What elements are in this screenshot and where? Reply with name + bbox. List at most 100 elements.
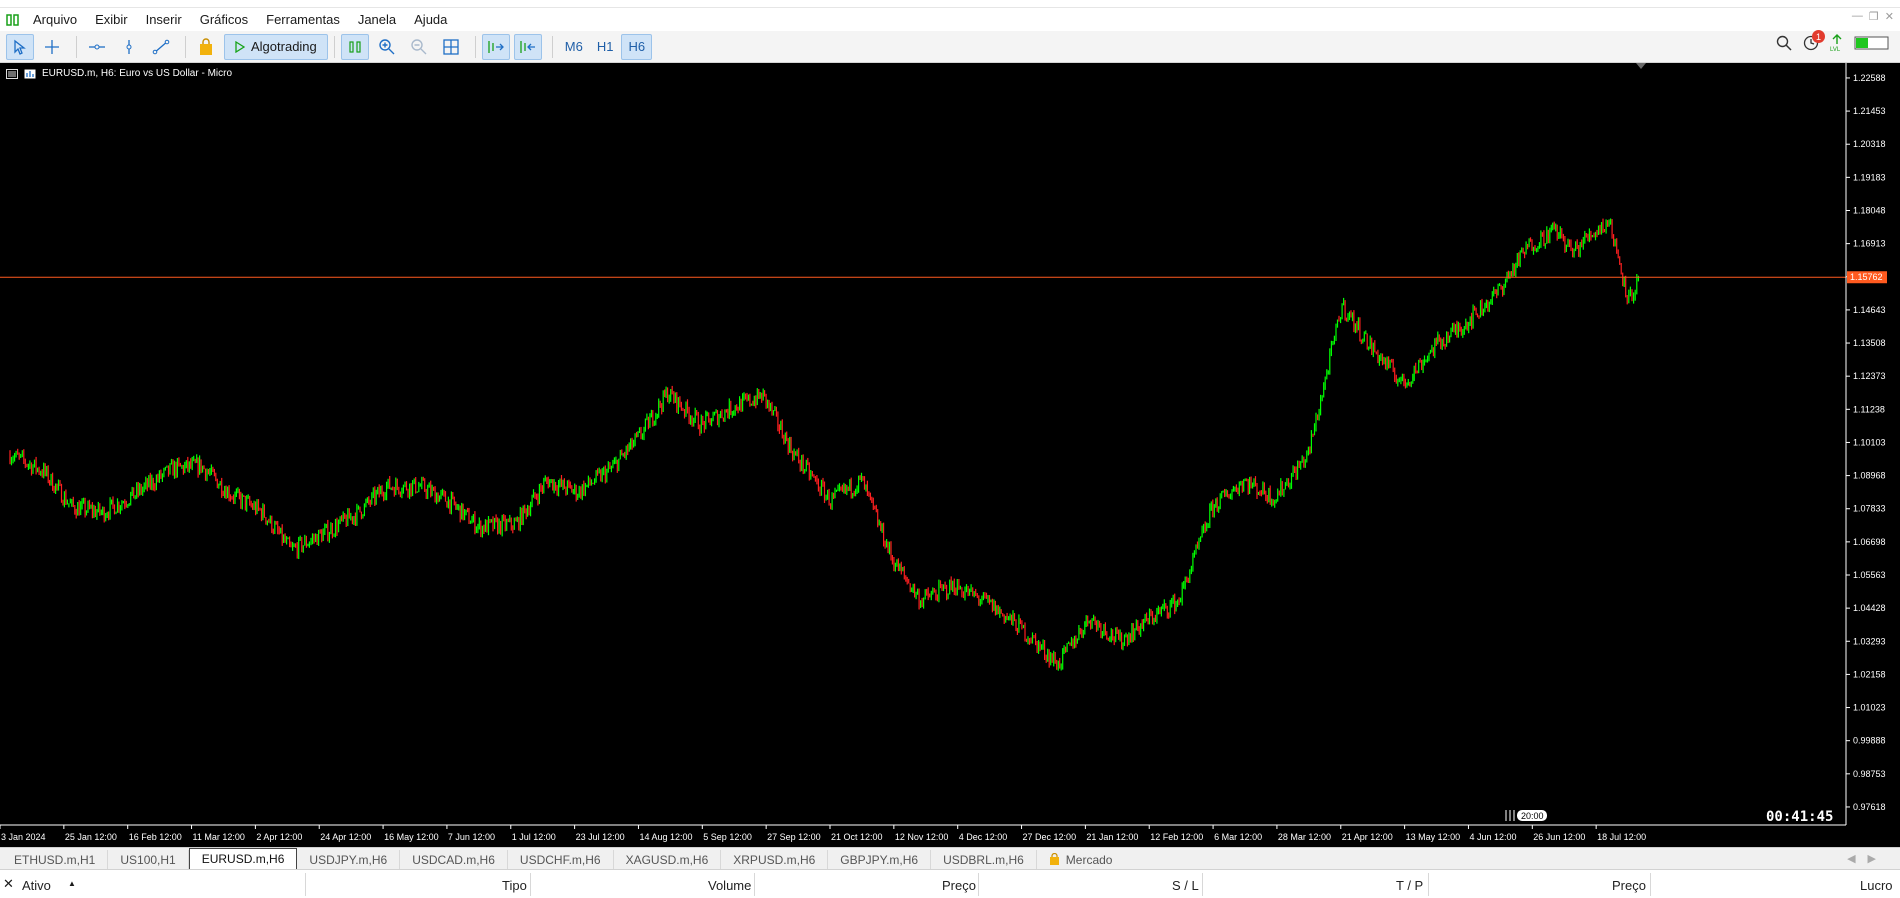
close-panel-icon[interactable]: ✕ [3, 876, 14, 892]
chart-title: EURUSD.m, H6: Euro vs US Dollar - Micro [42, 68, 233, 79]
col-sl[interactable]: S / L [1172, 878, 1199, 893]
col-preco-abertura[interactable]: Preço [942, 878, 976, 893]
market-bag-icon [1049, 853, 1059, 865]
tab-xagusd-m-h6[interactable]: XAGUSD.m,H6 [614, 850, 722, 869]
time-tick-label: 11 Mar 12:00 [193, 832, 245, 842]
menu-exibir[interactable]: Exibir [86, 12, 137, 27]
bar-countdown: 00:41:45 [1766, 809, 1834, 825]
col-lucro[interactable]: Lucro [1860, 878, 1893, 893]
algotrading-button[interactable]: Algotrading [224, 33, 328, 60]
symbol-list-icon[interactable] [6, 68, 18, 79]
vertical-line-icon[interactable] [115, 34, 143, 60]
time-tick-label: 18 Jul 12:00 [1597, 832, 1646, 842]
toolbar: Algotrading M6 H1 H6 1 LVL [0, 30, 1900, 63]
timeframe-h6[interactable]: H6 [621, 33, 653, 60]
timeframe-m6[interactable]: M6 [559, 34, 589, 60]
price-tick-label: 1.04428 [1853, 603, 1886, 613]
price-tick-label: 1.13508 [1853, 338, 1886, 348]
time-tick-label: 14 Aug 12:00 [639, 832, 692, 842]
notification-icon[interactable]: 1 [1802, 30, 1825, 55]
chart-settings-icon[interactable] [24, 69, 36, 79]
toolbar-separator [474, 35, 476, 58]
menu-inserir[interactable]: Inserir [137, 12, 191, 27]
toolbar-separator [551, 35, 553, 58]
price-tick-label: 1.19183 [1853, 172, 1886, 182]
price-tick-label: 1.18048 [1853, 205, 1886, 215]
toolbar-separator [76, 35, 77, 58]
grid-icon[interactable] [437, 34, 465, 60]
window-controls: — ❐ ✕ [1852, 10, 1894, 23]
zoom-out-icon[interactable] [405, 34, 433, 60]
search-icon[interactable] [1776, 35, 1792, 54]
menubar: Arquivo Exibir Inserir Gráficos Ferramen… [0, 8, 1900, 31]
tab-us100-h1[interactable]: US100,H1 [108, 850, 189, 869]
algotrading-label: Algotrading [251, 39, 317, 54]
price-tick-label: 1.02158 [1853, 669, 1886, 679]
tab-usdjpy-m-h6[interactable]: USDJPY.m,H6 [297, 850, 401, 869]
time-tick-label: 12 Feb 12:00 [1150, 832, 1203, 842]
menu-arquivo[interactable]: Arquivo [24, 12, 86, 27]
tab-usdcad-m-h6[interactable]: USDCAD.m,H6 [400, 850, 508, 869]
time-tick-label: 3 Jan 2024 [1, 832, 46, 842]
menu-ferramentas[interactable]: Ferramentas [257, 12, 349, 27]
price-chart[interactable]: 1.22588 1.21453 1.20318 1.19183 1.18048 1.169… [0, 63, 1900, 847]
cursor-icon[interactable] [6, 33, 34, 60]
toolbar-right: 1 LVL [1776, 30, 1890, 55]
market-bag-icon[interactable] [192, 34, 220, 60]
app-logo-icon [2, 12, 24, 28]
time-tick-label: 27 Dec 12:00 [1023, 832, 1077, 842]
close-icon[interactable]: ✕ [1885, 10, 1894, 23]
timeframe-h1[interactable]: H1 [591, 34, 620, 60]
restore-icon[interactable]: ❐ [1869, 10, 1879, 23]
autoscroll-icon[interactable] [481, 33, 510, 60]
time-tick-label: 6 Mar 12:00 [1214, 832, 1262, 842]
time-marker: 20:00 [1505, 810, 1547, 821]
chart-shift-icon[interactable] [513, 33, 542, 60]
time-tick-label: 1 Jul 12:00 [512, 832, 556, 842]
menu-graficos[interactable]: Gráficos [191, 12, 257, 27]
scroll-marker-icon [1636, 63, 1646, 69]
tab-usdbrl-m-h6[interactable]: USDBRL.m,H6 [931, 850, 1037, 869]
menu-janela[interactable]: Janela [349, 12, 405, 27]
menu-ajuda[interactable]: Ajuda [405, 12, 456, 27]
col-tipo[interactable]: Tipo [502, 878, 527, 893]
zoom-in-icon[interactable] [373, 34, 401, 60]
tab-mercado-label: Mercado [1065, 852, 1113, 867]
col-ativo[interactable]: Ativo [22, 878, 51, 893]
price-tick-label: 1.10103 [1853, 437, 1886, 447]
tab-ethusd-m-h1[interactable]: ETHUSD.m,H1 [2, 850, 109, 869]
price-tick-label: 1.07833 [1853, 504, 1886, 514]
toolbar-separator [185, 35, 186, 58]
time-tick-label: 5 Sep 12:00 [703, 832, 752, 842]
price-tick-label: 0.99888 [1853, 736, 1886, 746]
price-tick-label: 1.03293 [1853, 636, 1886, 646]
time-tick-label: 4 Jun 12:00 [1469, 832, 1516, 842]
trendline-icon[interactable] [147, 34, 175, 60]
tab-eurusd-m-h6[interactable]: EURUSD.m,H6 [188, 848, 298, 869]
tab-scroll-arrows[interactable]: ◀▶ [1847, 852, 1888, 865]
price-tick-label: 1.01023 [1853, 703, 1886, 713]
price-tick-label: 1.12373 [1853, 371, 1886, 381]
time-tick-label: 27 Sep 12:00 [767, 832, 821, 842]
col-tp[interactable]: T / P [1396, 878, 1423, 893]
price-tick-label: 1.22588 [1853, 73, 1886, 83]
column-divider [305, 873, 306, 896]
chart-window[interactable]: 1.22588 1.21453 1.20318 1.19183 1.18048 1.169… [0, 63, 1900, 847]
column-divider [1202, 873, 1203, 896]
tab-gbpjpy-m-h6[interactable]: GBPJPY.m,H6 [828, 850, 932, 869]
crosshair-icon[interactable] [38, 34, 66, 60]
tab-mercado[interactable]: Mercado [1037, 850, 1125, 869]
column-divider [1650, 873, 1651, 896]
tab-usdchf-m-h6[interactable]: USDCHF.m,H6 [508, 850, 614, 869]
col-preco-atual[interactable]: Preço [1612, 878, 1646, 893]
col-volume[interactable]: Volume [708, 878, 751, 893]
horizontal-line-icon[interactable] [83, 34, 111, 60]
minimize-icon[interactable]: — [1852, 10, 1863, 23]
candles-icon[interactable] [340, 33, 369, 60]
signal-icon[interactable]: LVL [1830, 34, 1844, 55]
price-tick-label: 1.08968 [1853, 471, 1886, 481]
tab-xrpusd-m-h6[interactable]: XRPUSD.m,H6 [721, 850, 829, 869]
trade-table-header: ✕ Ativo ▲ Tipo Volume Preço S / L T / P … [0, 869, 1900, 898]
window-title-strip [0, 0, 1900, 8]
price-tick-label: 0.98753 [1853, 769, 1886, 779]
